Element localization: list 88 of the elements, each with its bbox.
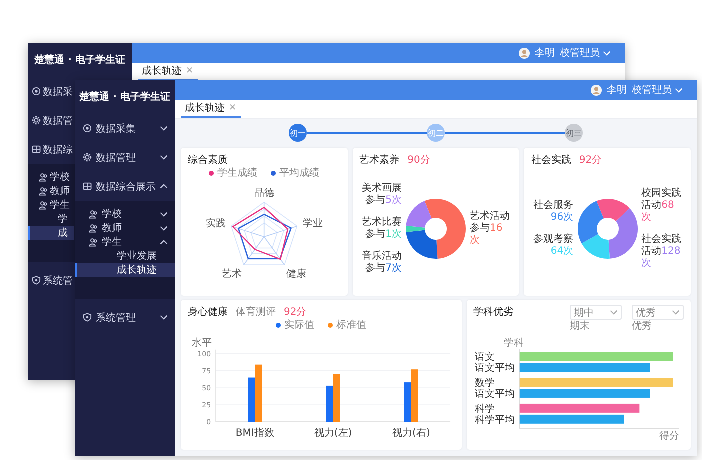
app-title: 楚慧通 · 电子学生证	[78, 90, 172, 105]
slice-label: 校园实践活动68次	[642, 188, 683, 224]
app-title: 楚慧通 · 电子学生证	[34, 54, 126, 68]
card-subtitle: 体育测评	[236, 306, 276, 319]
category-label: 语文	[474, 352, 495, 364]
target-icon	[83, 124, 92, 133]
shield-icon	[32, 276, 41, 285]
menu-item[interactable]: 学	[28, 212, 74, 226]
people-icon	[39, 200, 48, 210]
people-icon	[89, 210, 98, 218]
menu-item[interactable]: 学校	[75, 207, 175, 221]
category-label: 视力(左)	[314, 428, 352, 440]
category-label: 语文平均	[474, 363, 515, 374]
dropdown[interactable]: 期中	[570, 305, 622, 320]
avatar-icon	[519, 48, 530, 58]
user-name: 李明	[535, 46, 555, 60]
dropdown[interactable]: 优秀	[632, 305, 684, 320]
grid-icon	[83, 182, 92, 191]
gear-icon	[83, 153, 92, 162]
card-title: 学科优劣	[474, 306, 514, 319]
menu-item[interactable]: 数据管	[28, 106, 74, 135]
menu-item[interactable]: 成	[28, 226, 74, 240]
category-label: 科学平均	[474, 414, 515, 426]
axis-label: 实践	[206, 218, 226, 230]
user-name: 李明	[607, 84, 627, 97]
people-icon	[39, 172, 48, 182]
score: 92分	[284, 306, 307, 319]
category-label: 科学	[474, 404, 495, 415]
category-label: BMI指数	[236, 428, 274, 440]
slice-label: 美术画展参与5次	[360, 183, 402, 207]
menu-item[interactable]: 系统管	[28, 266, 74, 295]
radar-chart-drawing	[230, 202, 298, 266]
menu-item[interactable]: 教师	[75, 221, 175, 235]
card-title: 身心健康	[188, 306, 228, 319]
menu-item[interactable]: 数据管理	[75, 143, 175, 172]
axis-title: 水平	[192, 338, 212, 349]
shield-icon	[83, 313, 92, 322]
slice-label: 社会实践活动128次	[642, 234, 683, 270]
menu-item[interactable]: 学校	[28, 170, 74, 184]
chevron-down-icon	[675, 88, 683, 92]
card-title: 艺术素养	[360, 154, 400, 167]
axis-label: 艺术	[222, 268, 242, 280]
score: 92分	[579, 154, 602, 167]
axis-title: 得分	[659, 430, 679, 442]
menu-item[interactable]: 成长轨迹	[75, 263, 175, 277]
axis-label: 健康	[286, 268, 307, 280]
chevron-down-icon	[610, 310, 618, 315]
gear-icon	[32, 116, 41, 125]
slice-label: 参观考察 64次	[532, 234, 574, 258]
category-label: 数学	[474, 378, 495, 389]
people-icon	[89, 238, 98, 246]
axis-label: 学业	[302, 218, 323, 230]
slice-label: 艺术活动参与16次	[470, 211, 511, 247]
slice-label: 音乐活动参与7次	[360, 251, 402, 275]
slice-label: 艺术比赛参与1次	[360, 217, 402, 241]
axis-label: 品德	[254, 188, 274, 199]
chevron-down-icon	[672, 310, 680, 315]
role-menu[interactable]: 校管理员	[560, 46, 611, 60]
avatar-icon	[591, 84, 602, 96]
dropdown-hint: 期末	[570, 321, 591, 332]
people-icon	[89, 224, 98, 232]
target-icon	[32, 87, 41, 96]
category-label: 视力(右)	[392, 428, 430, 440]
legend-label: 实际值	[284, 318, 314, 332]
people-icon	[39, 186, 48, 196]
menu-item[interactable]: 数据综合展示	[75, 172, 175, 201]
menu-item[interactable]: 学业发展	[75, 249, 175, 263]
menu-item[interactable]: 教师	[28, 184, 74, 198]
chevron-down-icon	[603, 50, 611, 56]
menu-item[interactable]: 数据采	[28, 77, 74, 106]
menu-item[interactable]: 数据采集	[75, 114, 175, 143]
slice-label: 社会服务 96次	[532, 200, 574, 224]
legend-label: 标准值	[336, 318, 366, 332]
category-label: 语文平均	[474, 388, 515, 400]
legend-label: 学生成绩	[217, 166, 258, 180]
menu-item[interactable]: 系统管理	[75, 303, 175, 332]
dropdown-hint: 优秀	[632, 321, 653, 332]
menu-item[interactable]: 数据综	[28, 135, 74, 164]
grid-icon	[32, 145, 41, 154]
score: 90分	[408, 154, 430, 167]
axis-title: 学科	[503, 338, 524, 350]
card-title: 社会实践	[531, 154, 572, 167]
card-title: 综合素质	[188, 154, 228, 167]
menu-item[interactable]: 学生	[75, 235, 175, 249]
legend-label: 平均成绩	[279, 166, 320, 180]
menu-item[interactable]: 学生	[28, 198, 74, 212]
step[interactable]: 初一	[289, 124, 307, 142]
role-menu[interactable]: 校管理员	[632, 83, 683, 97]
